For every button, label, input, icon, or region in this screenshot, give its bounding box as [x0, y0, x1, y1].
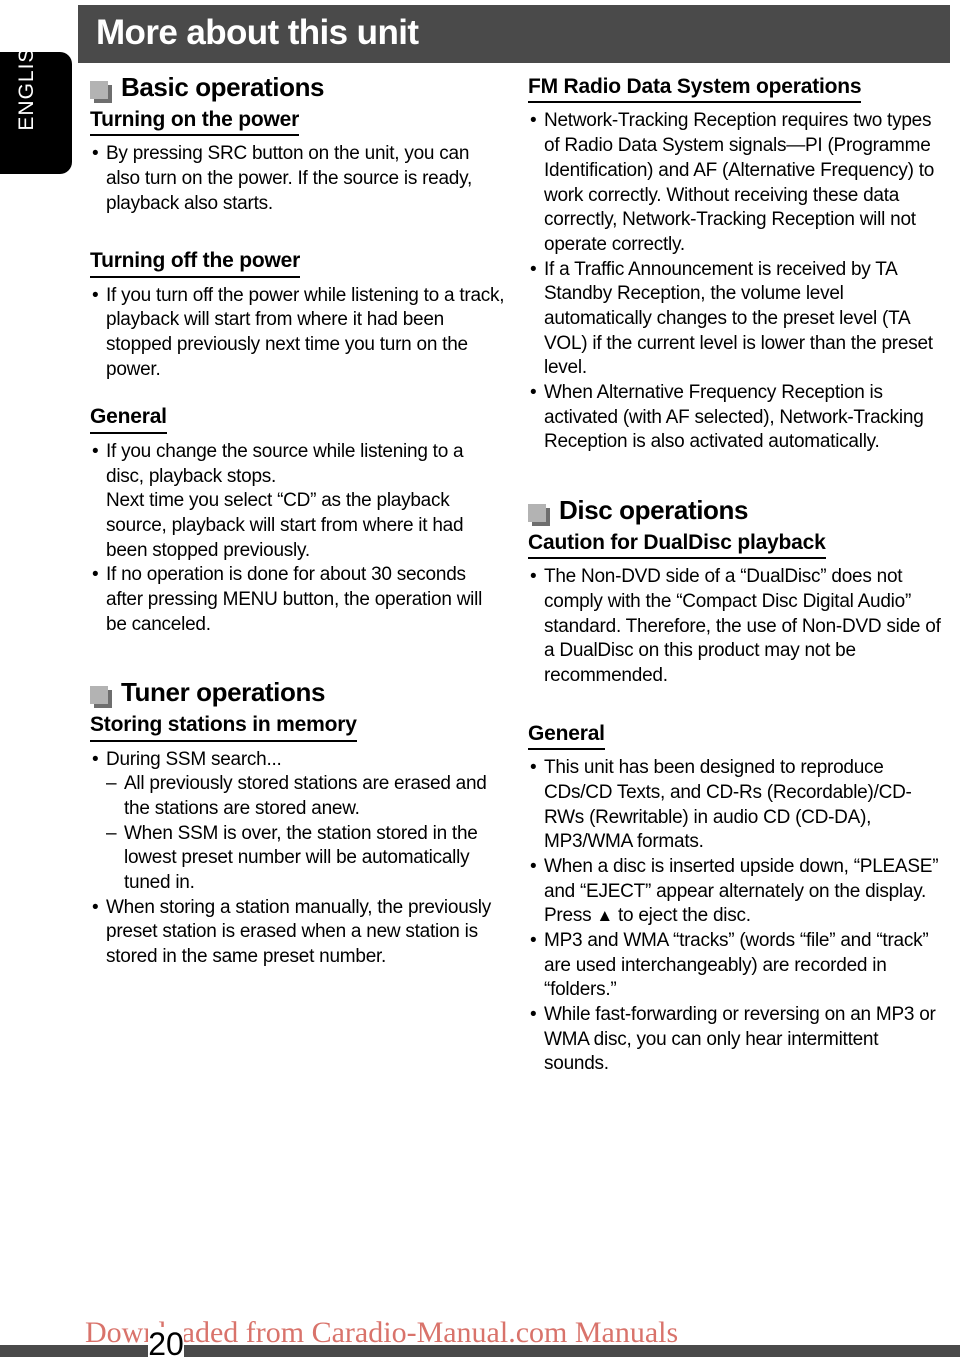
subheading-general-left: General	[90, 404, 167, 434]
subheading-fm-rds-operations-wrap: FM Radio Data System operations	[528, 72, 946, 109]
section-disc-operations-header: Disc operations	[528, 495, 946, 527]
subheading-general-right: General	[528, 721, 605, 751]
bullet-dot-icon: •	[530, 929, 537, 951]
list-item-text: During SSM search...	[106, 748, 282, 770]
list-item-text: If a Traffic Announcement is received by…	[544, 258, 933, 379]
section-basic-operations-header: Basic operations	[90, 72, 505, 104]
subheading-storing-stations-in-memory: Storing stations in memory	[90, 712, 357, 742]
bullet-dot-icon: •	[530, 110, 537, 132]
list-item: • If you change the source while listeni…	[90, 440, 505, 563]
subheading-turning-off-the-power: Turning off the power	[90, 248, 300, 278]
list-item-text: If no operation is done for about 30 sec…	[106, 564, 483, 635]
list-item: • When Alternative Frequency Reception i…	[528, 381, 946, 455]
subheading-storing-stations-wrap: Storing stations in memory	[90, 710, 505, 747]
list-item-text: When storing a station manually, the pre…	[106, 896, 491, 968]
bullet-dot-icon: •	[92, 284, 99, 306]
subheading-turning-on-the-power: Turning on the power	[90, 107, 299, 137]
page-number: 20	[148, 1326, 184, 1363]
bullet-dot-icon: •	[530, 258, 537, 280]
subheading-general-right-wrap: General	[528, 719, 946, 756]
list-item-text: This unit has been designed to reproduce…	[544, 757, 912, 853]
list-item: • If you turn off the power while listen…	[90, 284, 505, 383]
sub-list-item: – All previously stored stations are era…	[106, 772, 505, 821]
section-title-disc-operations: Disc operations	[559, 495, 749, 526]
bullet-dot-icon: •	[92, 143, 99, 165]
subheading-caution-for-dualdisc-playback: Caution for DualDisc playback	[528, 530, 826, 560]
subheading-turning-off-the-power-wrap: Turning off the power	[90, 246, 505, 283]
square-marker-icon	[528, 504, 550, 527]
list-item: • By pressing SRC button on the unit, yo…	[90, 142, 505, 216]
left-column: Basic operations Turning on the power • …	[90, 72, 505, 970]
bullet-dot-icon: •	[92, 896, 99, 918]
subheading-turning-on-the-power-wrap: Turning on the power	[90, 105, 505, 142]
section-title-tuner-operations: Tuner operations	[121, 677, 326, 708]
list-item: • If a Traffic Announcement is received …	[528, 258, 946, 381]
page-header-bar: More about this unit	[78, 5, 950, 63]
sub-list-item-text: All previously stored stations are erase…	[124, 773, 487, 819]
bullet-dot-icon: •	[530, 855, 537, 877]
list-item: • During SSM search...	[90, 748, 505, 773]
list-item-text-group: If you change the source while listening…	[106, 440, 505, 563]
list-item: • MP3 and WMA “tracks” (words “file” and…	[528, 929, 946, 1003]
bullet-dot-icon: •	[92, 564, 99, 586]
sub-list-item: – When SSM is over, the station stored i…	[106, 822, 505, 896]
bullet-dot-icon: •	[92, 440, 99, 462]
list-item: • When a disc is inserted upside down, “…	[528, 855, 946, 929]
bullet-dot-icon: •	[530, 757, 537, 779]
subheading-caution-dualdisc-wrap: Caution for DualDisc playback	[528, 528, 946, 565]
list-item: • While fast-forwarding or reversing on …	[528, 1003, 946, 1077]
list-item-text-group: When a disc is inserted upside down, “PL…	[544, 855, 946, 929]
bullet-dash-icon: –	[106, 773, 117, 795]
footer-bar-right	[182, 1345, 960, 1357]
sub-list-item-text: When SSM is over, the station stored in …	[124, 822, 478, 893]
list-item: • Network-Tracking Reception requires tw…	[528, 109, 946, 257]
right-column: FM Radio Data System operations • Networ…	[528, 72, 946, 1077]
square-marker-icon	[90, 686, 112, 709]
section-tuner-operations-header: Tuner operations	[90, 677, 505, 709]
language-tab-label: ENGLISH	[15, 31, 38, 131]
list-item: • If no operation is done for about 30 s…	[90, 563, 505, 637]
footer-bar-left	[0, 1345, 148, 1357]
list-item-text: If you turn off the power while listenin…	[106, 284, 505, 380]
list-item-text: While fast-forwarding or reversing on an…	[544, 1004, 936, 1075]
bullet-dot-icon: •	[530, 1004, 537, 1026]
page-title: More about this unit	[96, 13, 419, 53]
list-item-text: The Non-DVD side of a “DualDisc” does no…	[544, 566, 941, 686]
bullet-dash-icon: –	[106, 822, 117, 844]
bullet-dot-icon: •	[530, 566, 537, 588]
list-item-text-line2: Next time you select “CD” as the playbac…	[106, 490, 464, 561]
list-item-text: By pressing SRC button on the unit, you …	[106, 143, 472, 214]
list-item-text-part2: to eject the disc.	[612, 905, 751, 927]
square-marker-icon	[90, 81, 112, 103]
list-item-text-line1: If you change the source while listening…	[106, 440, 464, 487]
list-item: • This unit has been designed to reprodu…	[528, 756, 946, 855]
section-title-basic-operations: Basic operations	[121, 72, 325, 102]
list-item-text: When Alternative Frequency Reception is …	[544, 382, 924, 453]
subheading-fm-radio-data-system-operations: FM Radio Data System operations	[528, 74, 862, 104]
list-item-text: MP3 and WMA “tracks” (words “file” and “…	[544, 929, 929, 1001]
language-tab: ENGLISH	[0, 31, 72, 174]
bullet-dot-icon: •	[92, 748, 99, 770]
subheading-general-left-wrap: General	[90, 402, 505, 439]
list-item-text: Network-Tracking Reception requires two …	[544, 110, 935, 255]
eject-icon: ▲	[596, 906, 613, 926]
bullet-dot-icon: •	[530, 382, 537, 404]
list-item: • When storing a station manually, the p…	[90, 896, 505, 970]
list-item: • The Non-DVD side of a “DualDisc” does …	[528, 565, 946, 688]
